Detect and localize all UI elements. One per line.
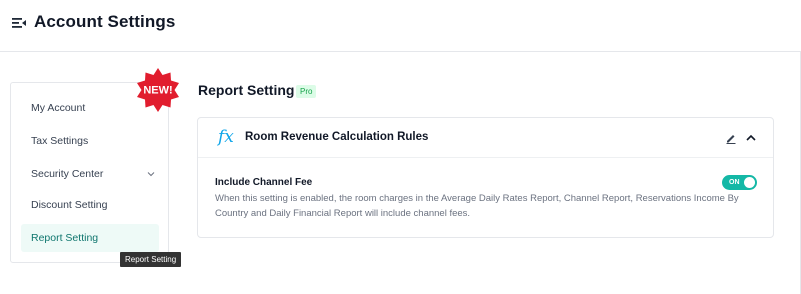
pro-badge: Pro [296, 85, 317, 98]
toggle-label: ON [729, 179, 740, 186]
settings-card: fx Room Revenue Calculation Rules Includ… [197, 117, 774, 238]
sidebar-item-label: Discount Setting [31, 199, 108, 211]
sidebar-item-label: My Account [31, 102, 86, 114]
toggle-knob [744, 177, 755, 188]
sidebar-item-label: Tax Settings [31, 135, 89, 147]
card-title: Room Revenue Calculation Rules [245, 131, 429, 143]
page-title: Account Settings [34, 12, 176, 31]
setting-label: Include Channel Fee [215, 177, 313, 188]
menu-collapse-icon[interactable] [12, 16, 26, 30]
setting-description: When this setting is enabled, the room c… [215, 193, 739, 219]
function-icon: fx [218, 127, 234, 147]
chevron-up-icon[interactable] [745, 132, 757, 144]
sidebar-item-label: Report Setting [31, 232, 99, 244]
sidebar-item-security-center[interactable]: Security Center [21, 160, 159, 188]
sidebar-item-report-setting[interactable]: Report Setting [21, 224, 159, 252]
page-header: Account Settings [0, 0, 801, 52]
sidebar-item-tax-settings[interactable]: Tax Settings [21, 127, 159, 155]
sidebar-item-label: Security Center [31, 168, 104, 180]
section-title: Report Setting [198, 82, 295, 98]
sidebar-item-discount-setting[interactable]: Discount Setting [21, 191, 159, 219]
chevron-down-icon [147, 172, 155, 177]
tooltip: Report Setting [120, 252, 182, 267]
edit-icon[interactable] [725, 132, 737, 144]
include-channel-fee-toggle[interactable]: ON [722, 175, 757, 190]
card-header: fx Room Revenue Calculation Rules [198, 118, 773, 158]
new-badge-text: NEW! [143, 85, 172, 97]
new-badge: NEW! [137, 68, 179, 112]
